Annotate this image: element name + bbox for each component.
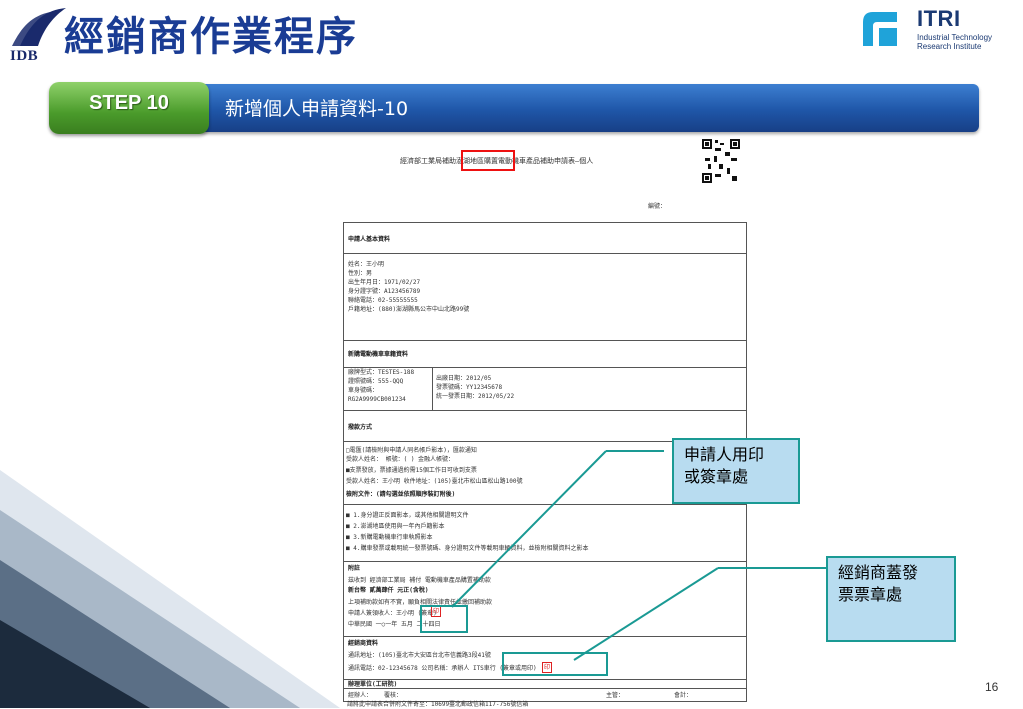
applicant-seal-callout: 申請人用印 或簽章處 [672,438,800,504]
dealer-seal-highlight [502,652,608,676]
page-number: 16 [985,680,999,694]
applicant-seal-highlight [420,605,468,633]
dealer-seal-callout: 經銷商蓋發 票票章處 [826,556,956,642]
